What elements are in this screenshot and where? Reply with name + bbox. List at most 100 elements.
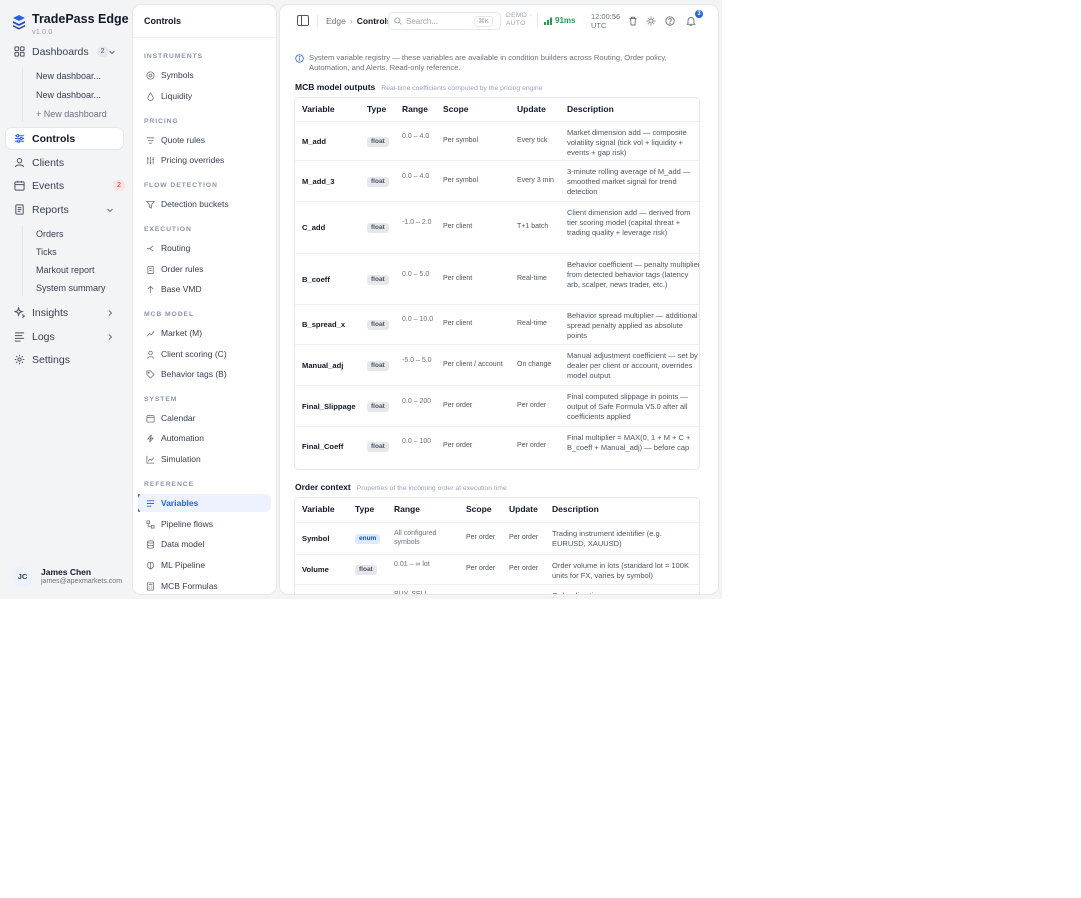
logs-icon	[14, 332, 25, 342]
droplet-icon	[147, 91, 154, 101]
panel-item-detection-buckets[interactable]: Detection buckets	[138, 195, 271, 213]
panel-item-market[interactable]: Market (M)	[138, 324, 271, 342]
demo-mode: AUTO	[506, 20, 526, 27]
nav-logs[interactable]: Logs	[6, 326, 123, 347]
column-header: Variable	[302, 103, 335, 114]
gear-icon	[14, 354, 25, 365]
column-header: Description	[552, 504, 599, 514]
dashboard-item-2[interactable]: New dashboar...	[36, 87, 101, 103]
search-shortcut: ⌘K	[474, 16, 493, 27]
user-profile[interactable]: JC James Chen james@apexmarkets.com	[12, 566, 122, 587]
nav-logs-label: Logs	[32, 330, 55, 343]
report-item-orders[interactable]: Orders	[36, 226, 64, 242]
table-row: B_spread_x float 0.0 – 10.0 Per client Real-…	[295, 304, 699, 344]
variable-name: Symbol	[302, 534, 330, 543]
nav-reports[interactable]: Reports	[6, 199, 123, 220]
panel-item-order-rules[interactable]: Order rules	[138, 260, 271, 278]
table-row: M_add_3 float 0.0 – 4.0 Per symbol Every 3 m…	[295, 160, 699, 201]
nav-dashboards[interactable]: Dashboards 2	[6, 41, 123, 62]
sparkles-icon	[14, 307, 25, 318]
clipboard-icon	[147, 265, 154, 274]
search-icon	[394, 17, 402, 25]
trash-icon[interactable]	[628, 16, 638, 26]
nav-settings[interactable]: Settings	[6, 349, 123, 370]
report-item-ticks[interactable]: Ticks	[36, 244, 57, 260]
panel-item-variables[interactable]: Variables	[138, 494, 271, 512]
nav-insights[interactable]: Insights	[6, 302, 123, 323]
nav-controls-label: Controls	[32, 132, 76, 145]
column-header: Scope	[466, 504, 492, 514]
breadcrumb-controls: Controls	[356, 16, 392, 26]
latency-value: 91ms	[555, 16, 576, 25]
panel-item-quote-rules[interactable]: Quote rules	[138, 131, 271, 149]
reports-tree-line	[22, 226, 23, 296]
report-item-system-summary[interactable]: System summary	[36, 280, 106, 296]
chevron-down-icon[interactable]	[106, 206, 114, 214]
section-instruments: INSTRUMENTS	[144, 53, 203, 60]
panel-item-calendar[interactable]: Calendar	[138, 409, 271, 427]
list-icon	[146, 499, 155, 507]
grid-icon	[14, 46, 25, 57]
description-text: 3-minute rolling average of M_add — smoo…	[567, 167, 691, 197]
nav-clients[interactable]: Clients	[6, 152, 123, 173]
panel-item-data-model[interactable]: Data model	[138, 535, 271, 553]
variable-name: Volume	[302, 565, 329, 574]
scope-value: Per client	[443, 223, 473, 230]
sliders-icon	[14, 134, 25, 143]
nav-settings-label: Settings	[32, 353, 70, 366]
panel-item-pricing-overrides[interactable]: Pricing overrides	[138, 151, 271, 169]
nav-controls[interactable]: Controls	[6, 128, 123, 149]
panel-item-simulation[interactable]: Simulation	[138, 450, 271, 468]
update-value: Per order	[509, 534, 539, 541]
report-item-markout[interactable]: Markout report	[36, 262, 95, 278]
table-row: Symbol enum All configured symbols Per orde…	[295, 522, 699, 554]
column-header: Scope	[443, 103, 469, 114]
description-text: Order volume in lots (standard lot = 100…	[552, 561, 689, 581]
column-header: Description	[567, 103, 614, 114]
info-text: System variable registry — these variabl…	[309, 53, 667, 72]
panel-item-base-vmd[interactable]: Base VMD	[138, 280, 271, 298]
panel-item-ml-pipeline[interactable]: ML Pipeline	[138, 556, 271, 574]
variable-name: M_add	[302, 136, 327, 146]
panel-item-liquidity[interactable]: Liquidity	[138, 87, 271, 105]
chevron-right-icon[interactable]	[106, 309, 114, 317]
workflow-icon	[146, 519, 155, 529]
search-input[interactable]	[406, 16, 470, 26]
panel-item-label: Calendar	[161, 413, 196, 423]
panel-item-symbols[interactable]: Symbols	[138, 66, 271, 84]
update-value: Per order	[509, 565, 539, 572]
variable-name: M_add_3	[302, 176, 335, 186]
new-dashboard-link[interactable]: + New dashboard	[36, 106, 107, 122]
panel-item-client-scoring[interactable]: Client scoring (C)	[138, 345, 271, 363]
panel-item-behavior-tags[interactable]: Behavior tags (B)	[138, 365, 271, 383]
variable-name: B_coeff	[302, 274, 330, 284]
dashboard-item-1[interactable]: New dashboar...	[36, 68, 101, 84]
demo-mode-indicator[interactable]: DEMO · AUTO	[506, 12, 532, 28]
sun-icon[interactable]	[646, 16, 656, 26]
sidebar-toggle-icon[interactable]	[297, 15, 309, 26]
panel-item-label: Client scoring (C)	[161, 349, 227, 359]
chevron-down-icon[interactable]	[108, 48, 116, 56]
chevron-right-icon[interactable]	[106, 333, 114, 341]
type-badge: float	[367, 401, 389, 412]
search-box[interactable]: ⌘K	[388, 12, 501, 30]
section-execution: EXECUTION	[144, 226, 192, 233]
order-context-title: Order context	[295, 482, 351, 492]
order-context-table: Variable Type Range Scope Update Description S…	[294, 497, 700, 594]
help-icon[interactable]	[665, 16, 675, 26]
split-icon	[146, 244, 154, 252]
panel-item-pipeline-flows[interactable]: Pipeline flows	[138, 515, 271, 533]
variable-name: C_add	[302, 223, 326, 232]
user-name: James Chen	[41, 567, 92, 577]
nav-events[interactable]: Events 2	[6, 175, 125, 196]
panel-item-routing[interactable]: Routing	[138, 239, 271, 257]
bell-icon[interactable]	[686, 16, 696, 26]
calendar-icon	[146, 414, 155, 423]
range-value: -5.0 – 5.0	[402, 356, 432, 364]
breadcrumb-edge[interactable]: Edge	[326, 16, 346, 26]
description-text: Behavior spread multiplier — additional …	[567, 311, 698, 341]
panel-item-automation[interactable]: Automation	[138, 429, 271, 447]
panel-item-mcb-formulas[interactable]: MCB Formulas	[138, 577, 271, 594]
order-context-header: Order context Properties of the incoming…	[295, 482, 507, 492]
type-badge: float	[355, 565, 377, 575]
